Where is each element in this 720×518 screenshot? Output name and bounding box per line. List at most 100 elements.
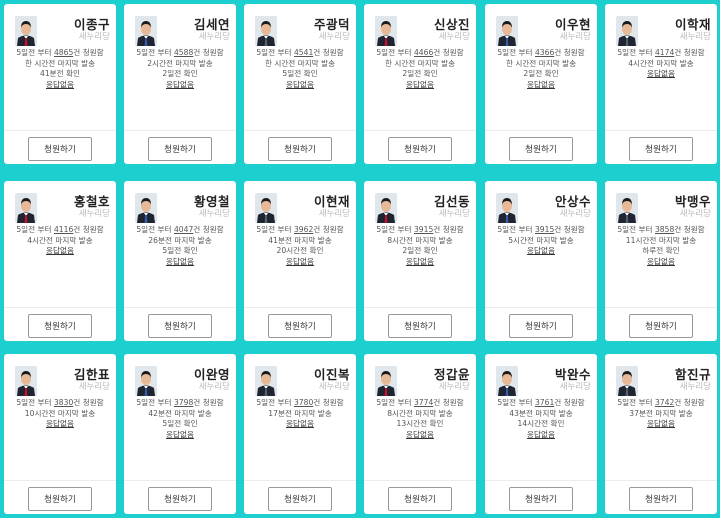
response-status-link[interactable]: 응답없음 xyxy=(609,419,713,430)
petition-button[interactable]: 청원하기 xyxy=(388,137,452,161)
petition-button[interactable]: 청원하기 xyxy=(509,314,573,338)
status-line: 41분전 확인 xyxy=(39,69,81,79)
petition-button[interactable]: 청원하기 xyxy=(629,487,693,511)
petition-button[interactable]: 청원하기 xyxy=(148,487,212,511)
avatar xyxy=(135,193,157,223)
party-label: 새누리당 xyxy=(438,32,470,42)
response-status-link[interactable]: 응답없음 xyxy=(368,80,472,91)
status-lines: 37분전 마지막 발송 xyxy=(609,409,713,420)
petition-stats: 5일전 부터 3780건 청원함 17분전 마지막 발송 응답없음 xyxy=(244,398,356,480)
petition-count[interactable]: 3858 xyxy=(655,225,674,234)
status-lines: 26분전 마지막 발송 5일전 확인 xyxy=(128,236,232,257)
petition-count[interactable]: 4466 xyxy=(414,48,433,57)
since-text: 5일전 부터 xyxy=(497,225,533,234)
since-text: 5일전 부터 xyxy=(617,48,653,57)
card-footer: 청원하기 xyxy=(244,480,356,514)
petition-button[interactable]: 청원하기 xyxy=(388,314,452,338)
portrait-icon xyxy=(15,366,37,396)
card-footer: 청원하기 xyxy=(244,130,356,164)
petition-button[interactable]: 청원하기 xyxy=(28,314,92,338)
petition-button[interactable]: 청원하기 xyxy=(148,137,212,161)
petition-button[interactable]: 청원하기 xyxy=(28,487,92,511)
status-line: 8시간전 마지막 발송 xyxy=(387,408,453,418)
response-status-link[interactable]: 응답없음 xyxy=(368,430,472,441)
avatar xyxy=(616,193,638,223)
petition-button[interactable]: 청원하기 xyxy=(268,314,332,338)
response-status-link[interactable]: 응답없음 xyxy=(609,69,713,80)
since-text: 5일전 부터 xyxy=(16,225,52,234)
response-status-link[interactable]: 응답없음 xyxy=(248,80,352,91)
status-line: 26분전 마지막 발송 xyxy=(148,235,212,245)
response-status-link[interactable]: 응답없음 xyxy=(128,430,232,441)
avatar xyxy=(255,193,277,223)
since-text: 5일전 부터 xyxy=(256,398,292,407)
response-status-link[interactable]: 응답없음 xyxy=(8,419,112,430)
response-status-link[interactable]: 응답없음 xyxy=(128,80,232,91)
petition-button[interactable]: 청원하기 xyxy=(509,487,573,511)
petition-count[interactable]: 3761 xyxy=(535,398,554,407)
petition-stats: 5일전 부터 3742건 청원함 37분전 마지막 발송 응답없음 xyxy=(605,398,717,480)
status-line: 2시간전 마지막 발송 xyxy=(147,58,213,68)
petition-button[interactable]: 청원하기 xyxy=(629,137,693,161)
card-footer: 청원하기 xyxy=(4,480,116,514)
portrait-icon xyxy=(255,366,277,396)
response-status-link[interactable]: 응답없음 xyxy=(368,257,472,268)
petition-button[interactable]: 청원하기 xyxy=(509,137,573,161)
since-text: 5일전 부터 xyxy=(617,398,653,407)
card-footer: 청원하기 xyxy=(605,307,717,341)
petition-count[interactable]: 4541 xyxy=(294,48,313,57)
status-line: 8시간전 마지막 발송 xyxy=(387,235,453,245)
response-status-link[interactable]: 응답없음 xyxy=(609,257,713,268)
petition-count[interactable]: 4366 xyxy=(535,48,554,57)
petition-count[interactable]: 3915 xyxy=(414,225,433,234)
petition-count[interactable]: 3798 xyxy=(174,398,193,407)
response-status-link[interactable]: 응답없음 xyxy=(8,80,112,91)
status-lines: 11시간전 마지막 발송 하루전 확인 xyxy=(609,236,713,257)
petition-count[interactable]: 3915 xyxy=(535,225,554,234)
petition-count[interactable]: 3780 xyxy=(294,398,313,407)
response-status-link[interactable]: 응답없음 xyxy=(8,246,112,257)
petition-stats: 5일전 부터 3962건 청원함 41분전 마지막 발송 20시간전 확인 응답없… xyxy=(244,225,356,307)
petition-count[interactable]: 3962 xyxy=(294,225,313,234)
since-text: 5일전 부터 xyxy=(256,48,292,57)
party-label: 새누리당 xyxy=(679,209,711,219)
petition-count[interactable]: 3830 xyxy=(54,398,73,407)
petition-button[interactable]: 청원하기 xyxy=(148,314,212,338)
petition-card-1: 이종구 새누리당 5일전 부터 4865건 청원함 한 시간전 마지막 발송 41… xyxy=(4,4,116,164)
response-status-link[interactable]: 응답없음 xyxy=(489,430,593,441)
petition-count[interactable]: 4047 xyxy=(174,225,193,234)
count-suffix: 건 청원함 xyxy=(433,398,464,407)
petition-count[interactable]: 4174 xyxy=(655,48,674,57)
party-label: 새누리당 xyxy=(679,32,711,42)
petition-button[interactable]: 청원하기 xyxy=(629,314,693,338)
petition-count[interactable]: 4116 xyxy=(54,225,73,234)
count-suffix: 건 청원함 xyxy=(554,398,585,407)
petition-button[interactable]: 청원하기 xyxy=(268,487,332,511)
since-text: 5일전 부터 xyxy=(16,398,52,407)
petition-count[interactable]: 4588 xyxy=(174,48,193,57)
card-footer: 청원하기 xyxy=(485,307,597,341)
status-line: 한 시간전 마지막 발송 xyxy=(505,58,577,68)
petition-count[interactable]: 3742 xyxy=(655,398,674,407)
response-status-link[interactable]: 응답없음 xyxy=(489,80,593,91)
portrait-icon xyxy=(616,16,638,46)
status-line: 11시간전 마지막 발송 xyxy=(625,235,697,245)
response-status-link[interactable]: 응답없음 xyxy=(128,257,232,268)
avatar xyxy=(15,193,37,223)
status-line: 41분전 마지막 발송 xyxy=(268,235,332,245)
petition-count-line: 5일전 부터 3742건 청원함 xyxy=(609,398,713,409)
portrait-icon xyxy=(15,193,37,223)
petition-button[interactable]: 청원하기 xyxy=(388,487,452,511)
petition-button[interactable]: 청원하기 xyxy=(28,137,92,161)
response-status-link[interactable]: 응답없음 xyxy=(248,257,352,268)
petition-button[interactable]: 청원하기 xyxy=(268,137,332,161)
petition-card-10: 김선동 새누리당 5일전 부터 3915건 청원함 8시간전 마지막 발송 2일전… xyxy=(364,181,476,341)
petition-count[interactable]: 3774 xyxy=(414,398,433,407)
card-header: 박맹우 새누리당 xyxy=(605,181,717,225)
response-status-link[interactable]: 응답없음 xyxy=(248,419,352,430)
party-label: 새누리당 xyxy=(78,382,110,392)
petition-count[interactable]: 4865 xyxy=(54,48,73,57)
petition-count-line: 5일전 부터 3915건 청원함 xyxy=(489,225,593,236)
status-lines: 41분전 마지막 발송 20시간전 확인 xyxy=(248,236,352,257)
response-status-link[interactable]: 응답없음 xyxy=(489,246,593,257)
